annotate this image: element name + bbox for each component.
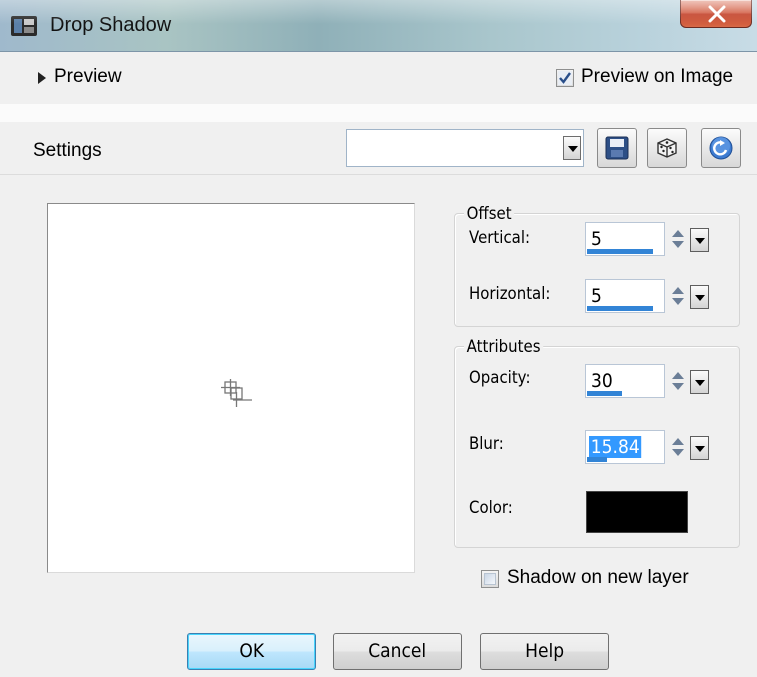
dice-icon bbox=[657, 138, 677, 158]
close-icon bbox=[708, 5, 726, 23]
arrow-down-icon[interactable] bbox=[672, 449, 684, 456]
blur-input[interactable]: 15.84 bbox=[585, 430, 665, 464]
ok-button[interactable]: OK bbox=[187, 633, 316, 670]
opacity-input[interactable]: 30 bbox=[585, 364, 665, 398]
shadow-on-new-layer-label: Shadow on new layer bbox=[507, 567, 689, 588]
horizontal-value: 5 bbox=[591, 285, 602, 307]
settings-label: Settings bbox=[33, 140, 102, 161]
blur-spinner[interactable]: 15.84 bbox=[585, 430, 718, 464]
ok-button-label: OK bbox=[239, 640, 264, 662]
preview-toggle-label[interactable]: Preview bbox=[54, 66, 122, 88]
horizontal-spinner[interactable]: 5 bbox=[585, 279, 718, 313]
chevron-down-icon[interactable] bbox=[690, 285, 709, 309]
title-bar: Drop Shadow bbox=[0, 0, 757, 52]
horizontal-level-bar bbox=[587, 306, 653, 311]
header-divider bbox=[0, 174, 757, 175]
reset-icon bbox=[709, 136, 733, 160]
opacity-label: Opacity: bbox=[469, 368, 531, 388]
help-button-label: Help bbox=[524, 640, 564, 662]
color-label: Color: bbox=[469, 498, 513, 518]
checkbox-box bbox=[484, 573, 496, 585]
arrow-up-icon[interactable] bbox=[672, 438, 684, 445]
opacity-value: 30 bbox=[591, 370, 613, 392]
arrow-down-icon[interactable] bbox=[672, 298, 684, 305]
arrow-up-icon[interactable] bbox=[672, 230, 684, 237]
preview-on-image-checkbox[interactable] bbox=[556, 69, 574, 87]
arrow-down-icon[interactable] bbox=[672, 241, 684, 248]
vertical-value: 5 bbox=[591, 228, 602, 250]
horizontal-input[interactable]: 5 bbox=[585, 279, 665, 313]
color-swatch[interactable] bbox=[586, 491, 688, 533]
help-button[interactable]: Help bbox=[480, 633, 609, 670]
attributes-group-title: Attributes bbox=[464, 337, 544, 357]
cancel-button-label: Cancel bbox=[368, 640, 427, 662]
blur-value: 15.84 bbox=[589, 436, 642, 458]
blur-label: Blur: bbox=[469, 434, 504, 454]
opacity-spinner[interactable]: 30 bbox=[585, 364, 718, 398]
reset-button[interactable] bbox=[701, 128, 741, 168]
chevron-down-icon[interactable] bbox=[690, 228, 709, 252]
window-title: Drop Shadow bbox=[50, 14, 172, 36]
opacity-updown[interactable] bbox=[667, 370, 689, 394]
preview-on-image-label: Preview on Image bbox=[581, 66, 734, 87]
arrow-up-icon[interactable] bbox=[672, 287, 684, 294]
vertical-label: Vertical: bbox=[469, 228, 531, 248]
shadow-on-new-layer-checkbox[interactable] bbox=[481, 570, 499, 588]
separator-band bbox=[0, 104, 757, 122]
offset-group-title: Offset bbox=[464, 204, 515, 224]
settings-dropdown[interactable] bbox=[346, 129, 584, 167]
arrow-down-icon[interactable] bbox=[672, 383, 684, 390]
close-button[interactable] bbox=[680, 0, 752, 28]
save-preset-button[interactable] bbox=[597, 128, 637, 168]
checkmark-icon bbox=[558, 71, 572, 85]
chevron-down-icon[interactable] bbox=[690, 370, 709, 394]
vertical-updown[interactable] bbox=[667, 228, 689, 252]
blur-level-bar bbox=[587, 457, 607, 462]
opacity-level-bar bbox=[587, 391, 622, 396]
vertical-level-bar bbox=[587, 249, 653, 254]
cancel-button[interactable]: Cancel bbox=[333, 633, 462, 670]
arrow-up-icon[interactable] bbox=[672, 372, 684, 379]
horizontal-label: Horizontal: bbox=[469, 284, 551, 304]
expand-triangle-icon[interactable] bbox=[38, 72, 46, 84]
chevron-down-icon[interactable] bbox=[690, 436, 709, 460]
horizontal-updown[interactable] bbox=[667, 285, 689, 309]
app-icon bbox=[11, 16, 37, 36]
floppy-disk-icon bbox=[605, 136, 629, 160]
chevron-down-icon[interactable] bbox=[563, 136, 581, 160]
vertical-spinner[interactable]: 5 bbox=[585, 222, 718, 256]
crosshair-icon bbox=[221, 379, 252, 407]
randomize-button[interactable] bbox=[647, 128, 687, 168]
vertical-input[interactable]: 5 bbox=[585, 222, 665, 256]
blur-updown[interactable] bbox=[667, 436, 689, 460]
